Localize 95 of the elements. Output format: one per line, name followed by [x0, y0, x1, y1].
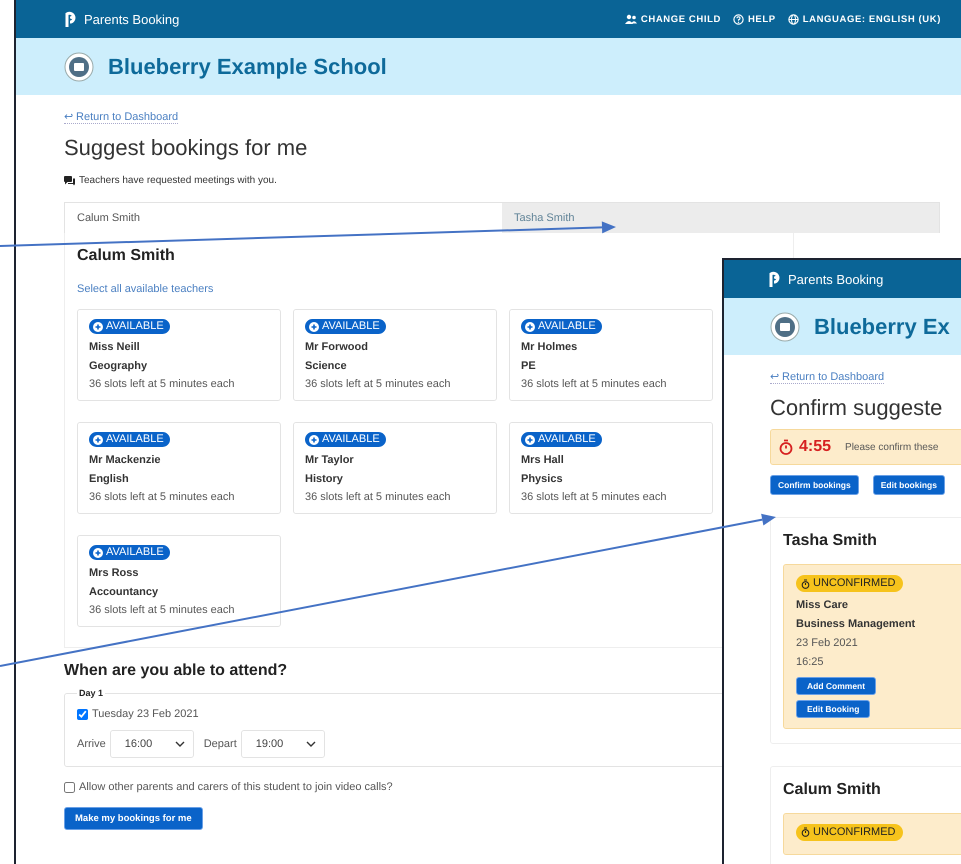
slots-text: 36 slots left at 5 minutes each: [89, 490, 236, 505]
subject: English: [89, 472, 130, 486]
slots-text: 36 slots left at 5 minutes each: [89, 603, 236, 618]
action-button[interactable]: Confirm bookings: [770, 475, 859, 495]
chevron-icon: [306, 741, 316, 747]
plus-circle-icon: [93, 322, 103, 332]
plus-circle-icon: [525, 434, 535, 444]
teacher-name: Miss Neill: [89, 340, 141, 355]
globe-icon: [788, 14, 799, 24]
stopwatch-icon: [801, 827, 810, 837]
teacher-name: Mr Forwood: [305, 340, 369, 355]
help-icon: [732, 14, 744, 24]
available-badge: AVAILABLE: [305, 319, 386, 334]
teacher-name: Mr Holmes: [521, 340, 578, 355]
stopwatch-icon: [779, 439, 793, 455]
day-date: Tuesday 23 Feb 2021: [92, 708, 199, 720]
teacher-name: Miss Care: [796, 598, 849, 612]
plus-circle-icon: [309, 434, 319, 444]
subject: Physics: [521, 472, 564, 486]
depart-label: Depart: [204, 738, 237, 750]
subject: History: [305, 472, 344, 486]
booking-button[interactable]: Edit Booking: [796, 700, 870, 718]
available-badge: AVAILABLE: [305, 432, 386, 447]
teacher-card[interactable]: AVAILABLE Mr Holmes PE 36 slots left at 5 minutes each: [509, 309, 713, 401]
teacher-name: Mr Taylor: [305, 453, 355, 468]
subject: Science: [305, 358, 348, 374]
school-name: Blueberry Ex: [814, 314, 950, 340]
plus-circle-icon: [93, 548, 103, 558]
logo-icon: [64, 11, 78, 27]
countdown-timer: 4:55: [799, 438, 832, 456]
student-heading: Tasha Smith: [783, 532, 877, 550]
school-name: Blueberry Example School: [108, 54, 387, 80]
student-heading: Calum Smith: [783, 780, 881, 798]
booking-time: 16:25: [796, 654, 825, 670]
return-link[interactable]: ↩ Return to Dashboard: [64, 110, 178, 124]
teacher-name: Mrs Hall: [521, 453, 565, 468]
booking-date: 23 Feb 2021: [796, 636, 859, 650]
subject: Geography: [89, 358, 148, 374]
unconfirmed-badge: UNCONFIRMED: [796, 824, 902, 840]
teacher-name: Mrs Ross: [89, 566, 140, 581]
slots-text: 36 slots left at 5 minutes each: [521, 377, 668, 392]
teacher-card[interactable]: AVAILABLE Mrs Hall Physics 36 slots left at 5 minutes each: [509, 422, 713, 514]
available-badge: AVAILABLE: [521, 319, 602, 334]
nav-link[interactable]: HELP: [732, 14, 776, 24]
video-option-label: Allow other parents and carers of this student to join video calls?: [79, 781, 393, 793]
teacher-card[interactable]: AVAILABLE Mr Taylor History 36 slots left at 5 minutes each: [293, 422, 497, 514]
notice-text: Teachers have requested meetings with you.: [79, 175, 277, 186]
section-heading: When are you able to attend?: [64, 662, 288, 680]
page-title: Confirm suggeste: [770, 395, 944, 421]
video-checkbox[interactable]: [64, 782, 75, 792]
student-heading: Calum Smith: [77, 247, 175, 265]
teacher-name: Mr Mackenzie: [89, 453, 162, 468]
available-badge: AVAILABLE: [89, 319, 170, 334]
plus-circle-icon: [93, 434, 103, 444]
unconfirmed-badge: UNCONFIRMED: [796, 575, 902, 592]
school-crest-icon: [64, 52, 94, 82]
teacher-card[interactable]: AVAILABLE Mrs Ross Accountancy 36 slots left at 5 minutes each: [77, 535, 281, 627]
available-badge: AVAILABLE: [89, 545, 170, 560]
action-button[interactable]: Edit bookings: [872, 475, 945, 495]
page-title: Suggest bookings for me: [64, 135, 308, 161]
available-badge: AVAILABLE: [521, 432, 602, 447]
school-crest-icon: [770, 312, 800, 342]
arrive-label: Arrive: [77, 738, 106, 750]
alert-text: Please confirm these: [845, 442, 938, 452]
app-name: Parents Booking: [84, 12, 180, 26]
stopwatch-icon: [801, 578, 810, 588]
booking-button[interactable]: Add Comment: [796, 676, 876, 694]
slots-text: 36 slots left at 5 minutes each: [305, 490, 452, 505]
plus-circle-icon: [525, 322, 535, 332]
submit-button[interactable]: Make my bookings for me: [64, 807, 203, 830]
teacher-card[interactable]: AVAILABLE Mr Forwood Science 36 slots left at 5 minutes each: [293, 309, 497, 401]
slots-text: 36 slots left at 5 minutes each: [521, 490, 668, 505]
return-link[interactable]: ↩ Return to Dashboard: [770, 370, 884, 384]
plus-circle-icon: [309, 322, 319, 332]
slots-text: 36 slots left at 5 minutes each: [305, 377, 452, 392]
day-legend: Day 1: [77, 688, 106, 698]
arrive-select[interactable]: 16:00: [110, 730, 194, 758]
teacher-card[interactable]: AVAILABLE Mr Mackenzie English 36 slots left at 5 minutes each: [77, 422, 281, 514]
available-badge: AVAILABLE: [89, 432, 170, 447]
slots-text: 36 slots left at 5 minutes each: [89, 377, 236, 392]
logo-icon: [768, 271, 782, 287]
chat-icon: [64, 176, 75, 186]
app-name: Parents Booking: [788, 272, 884, 286]
day-checkbox[interactable]: [77, 708, 88, 720]
people-icon: [624, 14, 637, 24]
subject: Business Management: [796, 616, 916, 632]
subject: PE: [521, 358, 537, 374]
teacher-card[interactable]: AVAILABLE Miss Neill Geography 36 slots left at 5 minutes each: [77, 309, 281, 401]
student-tab[interactable]: Tasha Smith: [502, 203, 939, 233]
nav-link[interactable]: CHANGE CHILD: [624, 14, 721, 24]
subject: Accountancy: [89, 584, 160, 600]
select-all-link[interactable]: Select all available teachers: [77, 283, 214, 295]
chevron-icon: [174, 741, 185, 747]
depart-select[interactable]: 19:00: [240, 730, 325, 758]
nav-link[interactable]: LANGUAGE: ENGLISH (UK): [788, 14, 941, 24]
